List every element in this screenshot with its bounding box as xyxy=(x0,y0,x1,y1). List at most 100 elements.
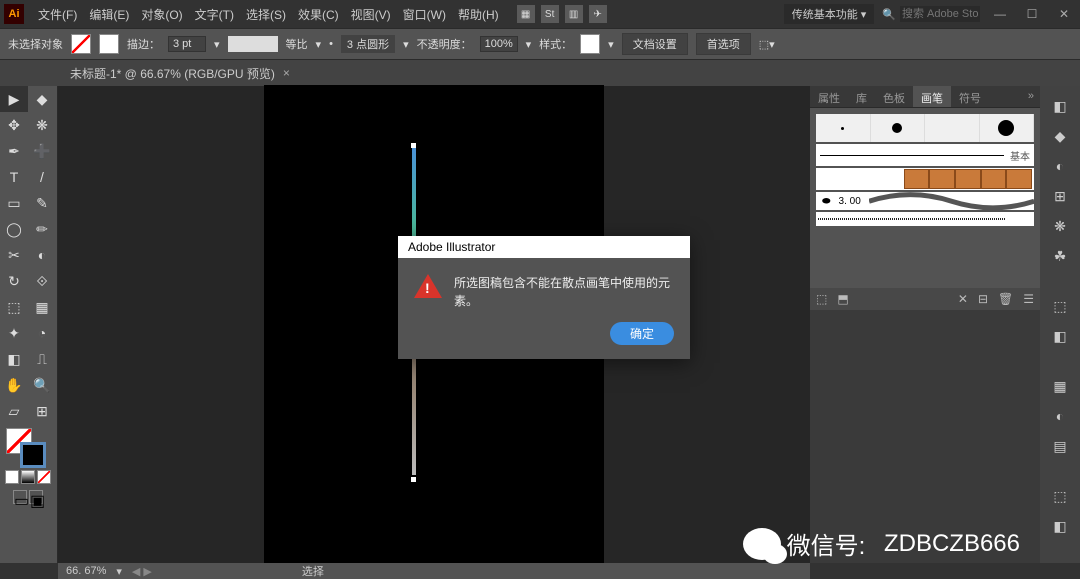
stroke-arrow[interactable]: ▾ xyxy=(214,38,220,51)
selection-tool[interactable]: ▶ xyxy=(0,86,28,112)
brush-dot-3[interactable] xyxy=(925,114,980,142)
pen-tool[interactable]: ✒ xyxy=(0,138,28,164)
none-mode[interactable] xyxy=(37,470,51,484)
full-screen[interactable]: ▣ xyxy=(29,490,43,504)
line-tool[interactable]: / xyxy=(28,164,56,190)
rail-asset-export-icon[interactable]: ⬚ xyxy=(1046,482,1074,510)
ellipse-tool[interactable]: ◯ xyxy=(0,216,28,242)
rail-brushes-icon[interactable]: ❋ xyxy=(1046,212,1074,240)
rail-layers-icon[interactable]: ▤ xyxy=(1046,432,1074,460)
brush-dot-2[interactable] xyxy=(892,123,902,133)
stroke-swatch[interactable] xyxy=(99,34,119,54)
gpu-icon[interactable]: ✈ xyxy=(589,5,607,23)
brush-lib-icon[interactable]: ⬚ xyxy=(816,292,827,306)
perspective-tool[interactable]: ✦ xyxy=(0,320,28,346)
brush-dot-1[interactable] xyxy=(841,127,844,130)
menu-select[interactable]: 选择(S) xyxy=(240,6,292,23)
brush-options-icon[interactable]: ⊟ xyxy=(978,292,988,306)
rail-appearance-icon[interactable]: ▦ xyxy=(1046,372,1074,400)
shape-builder-tool[interactable]: ▦ xyxy=(28,294,56,320)
magic-wand-tool[interactable]: ✥ xyxy=(0,112,28,138)
tab-brushes[interactable]: 画笔 xyxy=(913,86,951,107)
profile-preview[interactable] xyxy=(228,36,278,52)
menu-window[interactable]: 窗口(W) xyxy=(397,6,452,23)
brush-delete-icon[interactable]: ☰ xyxy=(1023,292,1034,306)
rail-graphic-styles-icon[interactable]: ◐ xyxy=(1046,402,1074,430)
pencil-tool[interactable]: ✏ xyxy=(28,216,56,242)
color-mode[interactable] xyxy=(5,470,19,484)
brush-calligraphic[interactable]: ⬬3. 00 xyxy=(816,192,1034,210)
fill-swatch[interactable] xyxy=(71,34,91,54)
window-maximize[interactable]: ☐ xyxy=(1020,7,1044,21)
direct-select-tool[interactable]: ◆ xyxy=(28,86,56,112)
align-icon[interactable]: ⬚▾ xyxy=(759,38,775,51)
window-close[interactable]: ✕ xyxy=(1052,7,1076,21)
menu-view[interactable]: 视图(V) xyxy=(345,6,397,23)
ok-button[interactable]: 确定 xyxy=(610,322,674,345)
opacity-field[interactable]: 100% xyxy=(480,36,518,52)
workspace-switcher[interactable]: 传统基本功能 ▾ xyxy=(784,4,875,24)
brush-remove-icon[interactable]: ✕ xyxy=(958,292,968,306)
free-transform-tool[interactable]: ⬚ xyxy=(0,294,28,320)
menu-edit[interactable]: 编辑(E) xyxy=(83,6,135,23)
rail-color-icon[interactable]: ◧ xyxy=(1046,92,1074,120)
tab-close-icon[interactable]: × xyxy=(283,66,290,80)
brush-tool[interactable]: ✎ xyxy=(28,190,56,216)
slice-tool[interactable]: ⊞ xyxy=(28,398,56,424)
gradient-mode[interactable] xyxy=(21,470,35,484)
rotate-tool[interactable]: ◐ xyxy=(28,242,56,268)
fill-stroke-swatches[interactable] xyxy=(0,428,56,468)
gradient-tool[interactable]: ◧ xyxy=(0,346,28,372)
stock-icon[interactable]: St xyxy=(541,5,559,23)
artboard-nav[interactable]: ◀ ▶ xyxy=(132,565,152,578)
mesh-tool[interactable]: ◔ xyxy=(28,320,56,346)
scale-tool[interactable]: ↻ xyxy=(0,268,28,294)
type-tool[interactable]: T xyxy=(0,164,28,190)
stock-search-input[interactable] xyxy=(900,6,980,22)
rail-artboards-icon[interactable]: ◧ xyxy=(1046,512,1074,540)
brush-def[interactable]: 3 点圆形 xyxy=(341,35,395,53)
menu-type[interactable]: 文字(T) xyxy=(189,6,240,23)
brush-lib2-icon[interactable]: ⬒ xyxy=(837,292,848,306)
brush-preset-row[interactable] xyxy=(816,114,1034,142)
tab-symbols[interactable]: 符号 xyxy=(951,86,989,107)
menu-file[interactable]: 文件(F) xyxy=(32,6,83,23)
curvature-tool[interactable]: ➕ xyxy=(28,138,56,164)
rail-gradient-icon[interactable]: ◧ xyxy=(1046,322,1074,350)
lasso-tool[interactable]: ❋ xyxy=(28,112,56,138)
rail-symbols-icon[interactable]: ☘ xyxy=(1046,242,1074,270)
menu-object[interactable]: 对象(O) xyxy=(135,6,188,23)
brush-basic[interactable]: 基本 xyxy=(816,144,1034,166)
zoom-level[interactable]: 66. 67% xyxy=(66,565,106,577)
eyedropper-tool[interactable]: ⎍ xyxy=(28,346,56,372)
normal-screen[interactable]: ▭ xyxy=(13,490,27,504)
brush-pattern[interactable] xyxy=(816,168,1034,190)
rectangle-tool[interactable]: ▭ xyxy=(0,190,28,216)
anchor-top[interactable] xyxy=(411,143,416,148)
style-swatch[interactable] xyxy=(580,34,600,54)
scissors-tool[interactable]: ✂ xyxy=(0,242,28,268)
rail-cc-icon[interactable]: ◐ xyxy=(1046,152,1074,180)
window-minimize[interactable]: — xyxy=(988,7,1012,21)
menu-effect[interactable]: 效果(C) xyxy=(292,6,345,23)
hand-tool[interactable]: ✋ xyxy=(0,372,28,398)
zoom-tool[interactable]: 🔍 xyxy=(28,372,56,398)
prefs-button[interactable]: 首选项 xyxy=(696,33,751,55)
bridge-icon[interactable]: ▦ xyxy=(517,5,535,23)
width-tool[interactable]: ⟐ xyxy=(28,268,56,294)
stroke-color[interactable] xyxy=(20,442,46,468)
anchor-bottom[interactable] xyxy=(411,477,416,482)
rail-stroke-icon[interactable]: ⊞ xyxy=(1046,182,1074,210)
doc-setup-button[interactable]: 文档设置 xyxy=(622,33,688,55)
artboard-tool[interactable]: ▱ xyxy=(0,398,28,424)
brush-charcoal[interactable] xyxy=(816,212,1034,226)
tab-swatches[interactable]: 色板 xyxy=(875,86,913,107)
menu-help[interactable]: 帮助(H) xyxy=(452,6,505,23)
document-tab[interactable]: 未标题-1* @ 66.67% (RGB/GPU 预览) × xyxy=(60,61,300,86)
tab-overflow[interactable]: » xyxy=(1022,86,1040,107)
stroke-weight[interactable]: 3 pt xyxy=(168,36,206,52)
tab-properties[interactable]: 属性 xyxy=(810,86,848,107)
brush-new-icon[interactable]: 🗑 xyxy=(998,292,1013,306)
stock-search[interactable]: 🔍 xyxy=(882,6,980,22)
rail-transparency-icon[interactable]: ⬚ xyxy=(1046,292,1074,320)
